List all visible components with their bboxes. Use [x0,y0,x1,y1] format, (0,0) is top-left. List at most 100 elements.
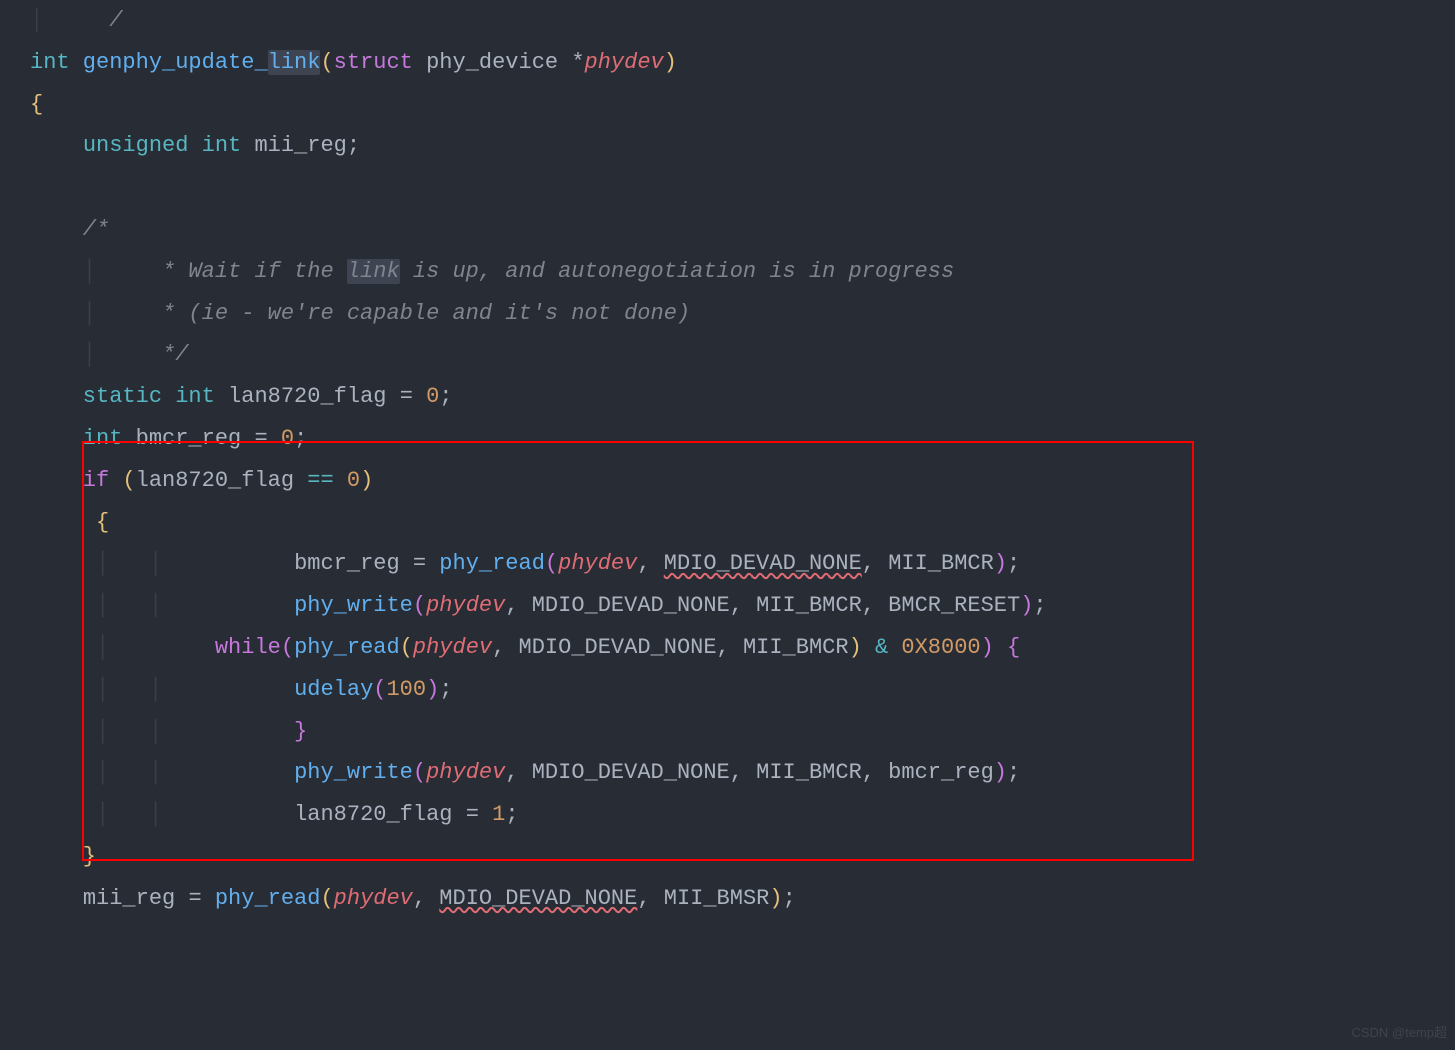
code-line: { [30,84,1455,126]
function-name: genphy_update_ [70,50,268,75]
code-line: unsigned int mii_reg; [30,125,1455,167]
paren: ) [981,635,994,660]
operator: = [413,551,439,576]
paren: ( [413,593,426,618]
code-editor[interactable]: │ / int genphy_update_link(struct phy_de… [0,0,1455,920]
indent [30,133,83,158]
code-line: │ │ phy_write(phydev, MDIO_DEVAD_NONE, M… [30,585,1455,627]
code-line: mii_reg = phy_read(phydev, MDIO_DEVAD_NO… [30,878,1455,920]
args: , MDIO_DEVAD_NONE, MII_BMCR [492,635,848,660]
paren: ( [122,468,135,493]
code-line: │ │ bmcr_reg = phy_read(phydev, MDIO_DEV… [30,543,1455,585]
comment: /* [30,217,109,242]
comment: */ [96,342,188,367]
variable: lan8720_flag [136,468,308,493]
operator: = [466,802,492,827]
if-keyword: if [30,468,122,493]
paren: ) [664,50,677,75]
constant-squiggle: MDIO_DEVAD_NONE [439,886,637,911]
code-line: /* [30,209,1455,251]
type-keyword: int [30,50,70,75]
hex-number: 0X8000 [901,635,980,660]
variable: mii_reg [241,133,347,158]
semicolon: ; [294,426,307,451]
semicolon: ; [783,886,796,911]
paren: ( [413,760,426,785]
code-line: │ │ phy_write(phydev, MDIO_DEVAD_NONE, M… [30,752,1455,794]
number: 0 [426,384,439,409]
paren: ) [849,635,862,660]
operator: = [188,886,214,911]
brace: { [30,510,109,535]
comma: , [637,551,663,576]
indent [122,635,214,660]
indent [162,551,294,576]
paren: ) [426,677,439,702]
number: 1 [492,802,505,827]
indent [162,760,294,785]
parameter: phydev [413,635,492,660]
comma: , [413,886,439,911]
indent [162,802,294,827]
comment: * Wait if the [96,259,347,284]
args: , MDIO_DEVAD_NONE, MII_BMCR, bmcr_reg [505,760,993,785]
brace: { [994,635,1020,660]
semicolon: ; [505,802,518,827]
paren: ) [1020,593,1033,618]
code-line: │ */ [30,334,1455,376]
indent [162,677,294,702]
type-keyword: unsigned int [83,133,241,158]
highlighted-link: link [268,50,321,75]
type-keyword: int [30,426,122,451]
code-line-blank [30,167,1455,209]
paren: ) [994,551,1007,576]
semicolon: ; [1007,551,1020,576]
type-keyword: static int [30,384,215,409]
args: , MII_BMSR [637,886,769,911]
type-name: phy_device [413,50,571,75]
semicolon: ; [439,384,452,409]
parameter: phydev [334,886,413,911]
brace: } [30,844,96,869]
operator: & [862,635,902,660]
function-call: phy_write [294,593,413,618]
paren: ( [281,635,294,660]
variable: bmcr_reg [122,426,254,451]
code-line: │ while(phy_read(phydev, MDIO_DEVAD_NONE… [30,627,1455,669]
indent [162,593,294,618]
semicolon: ; [1007,760,1020,785]
operator: = [400,384,426,409]
constant-squiggle: MDIO_DEVAD_NONE [664,551,862,576]
operator: == [307,468,347,493]
code-line: { [30,502,1455,544]
parameter: phydev [585,50,664,75]
variable: mii_reg [83,886,189,911]
code-line: } [30,836,1455,878]
paren: ( [373,677,386,702]
operator: = [254,426,280,451]
constant: MII_BMCR [888,551,994,576]
code-line: │ │ udelay(100); [30,669,1455,711]
paren: ) [360,468,373,493]
indent [30,886,83,911]
function-call: phy_read [294,635,400,660]
code-line: static int lan8720_flag = 0; [30,376,1455,418]
code-line: │ * (ie - we're capable and it's not don… [30,293,1455,335]
code-line: int bmcr_reg = 0; [30,418,1455,460]
variable: lan8720_flag [294,802,466,827]
struct-keyword: struct [334,50,413,75]
paren: ) [994,760,1007,785]
code-line: │ / [30,0,1455,42]
parameter: phydev [426,760,505,785]
watermark: CSDN @temp超 [1351,1021,1447,1046]
number: 0 [281,426,294,451]
paren: ( [320,50,333,75]
variable: lan8720_flag [215,384,400,409]
code-line: if (lan8720_flag == 0) [30,460,1455,502]
comment-fragment: / [70,8,123,33]
paren: ( [400,635,413,660]
function-call: udelay [294,677,373,702]
code-line: │ │ } [30,711,1455,753]
args: , MDIO_DEVAD_NONE, MII_BMCR, BMCR_RESET [505,593,1020,618]
function-call: phy_write [294,760,413,785]
